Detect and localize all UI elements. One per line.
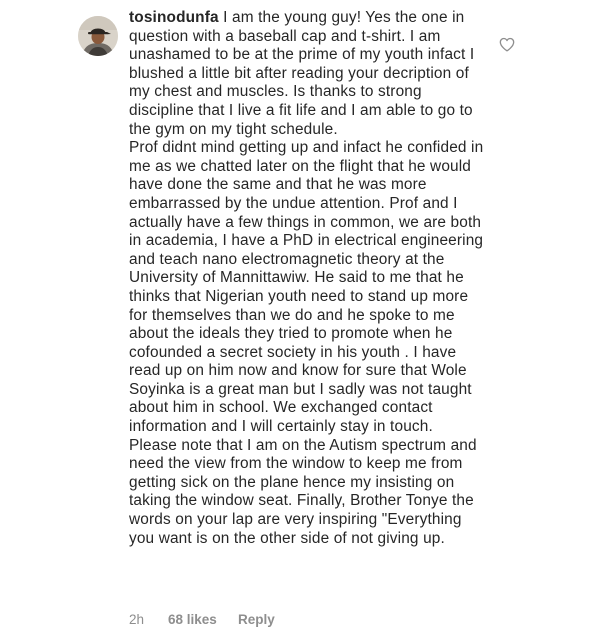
avatar-image [78, 16, 118, 56]
comment-text-1: I am the young guy! Yes the one in quest… [129, 9, 475, 138]
comment: tosinodunfa I am the young guy! Yes the … [0, 0, 600, 635]
comment-likes-count[interactable]: 68 likes [168, 612, 238, 627]
comment-username[interactable]: tosinodunfa [129, 9, 219, 26]
comment-body: tosinodunfa I am the young guy! Yes the … [129, 9, 484, 548]
comment-timestamp: 2h [129, 612, 145, 627]
heart-outline-icon[interactable] [499, 37, 515, 52]
comment-paragraph-1: tosinodunfa I am the young guy! Yes the … [129, 9, 484, 139]
reply-button[interactable]: Reply [238, 612, 275, 627]
comment-paragraph-3: Please note that I am on the Autism spec… [129, 436, 477, 547]
avatar[interactable] [78, 16, 118, 56]
heart-icon-graphic [499, 37, 515, 52]
comment-meta: 2h 68 likes Reply [129, 612, 275, 627]
comment-paragraph-2: Prof didnt mind getting up and infact he… [129, 139, 484, 436]
